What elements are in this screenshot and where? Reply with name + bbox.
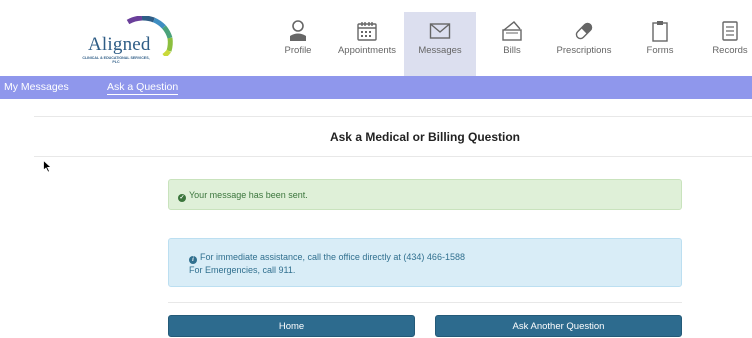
mouse-cursor-icon [43, 160, 52, 173]
my-messages-link[interactable]: My Messages [4, 81, 69, 93]
nav-messages[interactable]: Messages [404, 12, 476, 76]
sub-navigation: My Messages Ask a Question [0, 76, 752, 99]
nav-label: Prescriptions [556, 45, 612, 56]
check-circle-icon: ✓ [178, 194, 186, 202]
nav-label: Appointments [337, 45, 397, 56]
info-circle-icon: i [189, 256, 197, 264]
logo-tagline: CLINICAL & EDUCATIONAL SERVICES, PLC [82, 56, 150, 64]
nav-records[interactable]: Records [708, 12, 752, 76]
aligned-logo[interactable]: Aligned CLINICAL & EDUCATIONAL SERVICES,… [80, 16, 180, 66]
nav-forms[interactable]: Forms [640, 12, 680, 76]
home-button[interactable]: Home [168, 315, 415, 337]
records-icon [722, 21, 738, 41]
top-header: Aligned CLINICAL & EDUCATIONAL SERVICES,… [0, 0, 752, 76]
nav-label: Profile [284, 45, 312, 56]
nav-appointments[interactable]: Appointments [333, 12, 401, 76]
nav-label: Forms [646, 45, 674, 56]
pill-icon [575, 22, 593, 40]
page-title: Ask a Medical or Billing Question [329, 130, 521, 144]
nav-bills[interactable]: Bills [492, 12, 532, 76]
nav-label: Records [712, 45, 748, 56]
info-message: For immediate assistance, call the offic… [200, 252, 465, 262]
divider [34, 156, 752, 157]
ask-question-link[interactable]: Ask a Question [107, 81, 179, 95]
profile-icon [290, 20, 306, 41]
ask-another-question-button[interactable]: Ask Another Question [435, 315, 682, 337]
divider [168, 302, 682, 303]
nav-label: Messages [418, 45, 462, 56]
calendar-icon [357, 22, 377, 41]
wallet-icon [502, 21, 522, 41]
envelope-icon [429, 23, 451, 39]
info-line-1: i For immediate assistance, call the offi… [189, 251, 681, 264]
divider [34, 116, 752, 117]
info-alert: i For immediate assistance, call the offi… [168, 238, 682, 287]
nav-profile[interactable]: Profile [275, 12, 321, 76]
nav-label: Bills [503, 45, 521, 56]
success-message: Your message has been sent. [189, 190, 308, 200]
nav-prescriptions[interactable]: Prescriptions [552, 12, 616, 76]
info-line-2: For Emergencies, call 911. [189, 265, 296, 275]
logo-wordmark: Aligned [88, 34, 151, 55]
success-alert: ✓ Your message has been sent. [168, 179, 682, 210]
clipboard-icon [652, 21, 668, 42]
